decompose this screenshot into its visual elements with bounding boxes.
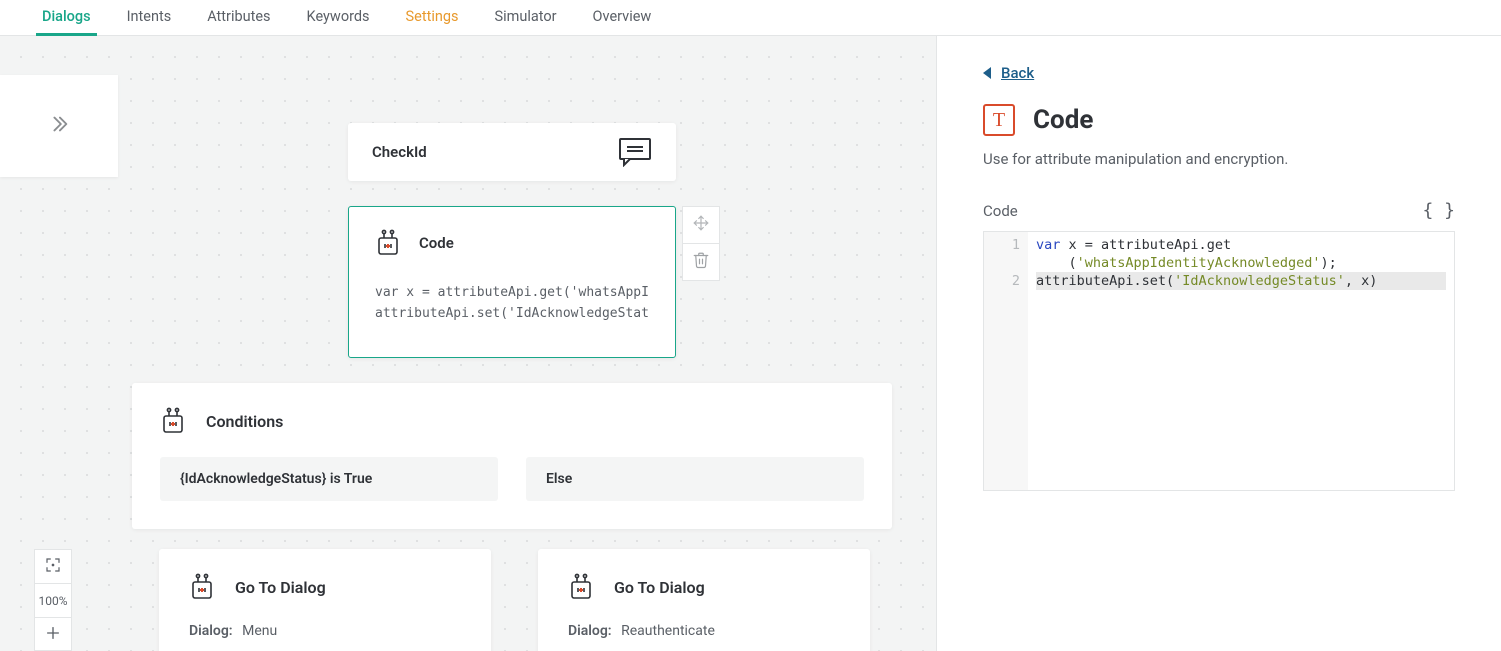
code-node[interactable]: Code var x = attributeApi.get('whatsAppI…	[348, 206, 676, 358]
type-t-icon: T	[983, 104, 1015, 136]
bot-icon	[160, 407, 186, 435]
code-node-toolbar	[682, 206, 720, 280]
code-preview: var x = attributeApi.get('whatsAppId att…	[375, 283, 649, 325]
goto-value: Menu	[242, 623, 277, 639]
condition-branch-true[interactable]: {IdAcknowledgeStatus} is True	[160, 457, 498, 501]
chat-message-icon	[618, 137, 652, 167]
goto-title: Go To Dialog	[235, 578, 326, 597]
dialog-title: CheckId	[372, 143, 427, 161]
panel-title: Code	[1033, 105, 1093, 135]
canvas-tools: 100%	[34, 549, 72, 651]
condition-branch-else[interactable]: Else	[526, 457, 864, 501]
goto-value: Reauthenticate	[621, 623, 715, 639]
tab-simulator[interactable]: Simulator	[494, 0, 556, 35]
tab-attributes[interactable]: Attributes	[207, 0, 270, 35]
chevron-double-right-icon	[48, 113, 70, 139]
focus-icon	[45, 557, 61, 576]
trash-icon	[692, 251, 710, 273]
tab-overview[interactable]: Overview	[593, 0, 652, 35]
node-details-panel: Back T Code Use for attribute manipulati…	[936, 36, 1501, 651]
delete-node-button[interactable]	[682, 243, 720, 281]
add-node-button[interactable]	[34, 617, 72, 651]
top-tabs: Dialogs Intents Attributes Keywords Sett…	[0, 0, 1501, 36]
fit-view-button[interactable]	[34, 549, 72, 583]
dialog-canvas[interactable]: CheckId Code var x = attributeApi.get('w…	[0, 36, 936, 651]
move-node-button[interactable]	[682, 206, 720, 244]
tab-intents[interactable]: Intents	[127, 0, 172, 35]
code-body[interactable]: var x = attributeApi.get ('whatsAppIdent…	[1028, 232, 1454, 490]
back-button[interactable]: Back	[983, 64, 1034, 82]
line-gutter: 1 2	[984, 232, 1028, 490]
plus-icon	[45, 625, 61, 644]
conditions-node[interactable]: Conditions {IdAcknowledgeStatus} is True…	[132, 383, 892, 529]
conditions-title: Conditions	[206, 412, 283, 431]
goto-key: Dialog:	[568, 623, 612, 639]
tab-dialogs[interactable]: Dialogs	[42, 0, 91, 35]
bot-icon	[375, 229, 401, 257]
bot-icon	[189, 573, 215, 601]
tab-keywords[interactable]: Keywords	[307, 0, 370, 35]
goto-title: Go To Dialog	[614, 578, 705, 597]
code-editor[interactable]: 1 2 var x = attributeApi.get ('whatsAppI…	[983, 231, 1455, 491]
tab-settings[interactable]: Settings	[406, 0, 459, 35]
sidebar-expand-button[interactable]	[0, 75, 118, 177]
panel-description: Use for attribute manipulation and encry…	[983, 150, 1455, 168]
goto-dialog-node-reauth[interactable]: Go To Dialog Dialog: Reauthenticate	[538, 549, 870, 651]
goto-dialog-node-menu[interactable]: Go To Dialog Dialog: Menu	[159, 549, 491, 651]
back-label: Back	[1001, 64, 1034, 82]
code-node-title: Code	[419, 234, 454, 252]
goto-key: Dialog:	[189, 623, 233, 639]
insert-attribute-button[interactable]: { }	[1422, 200, 1455, 221]
code-field-label: Code	[983, 202, 1018, 220]
move-icon	[692, 214, 710, 236]
triangle-left-icon	[983, 67, 991, 79]
bot-icon	[568, 573, 594, 601]
dialog-header-node[interactable]: CheckId	[348, 123, 676, 181]
zoom-level[interactable]: 100%	[34, 583, 72, 617]
